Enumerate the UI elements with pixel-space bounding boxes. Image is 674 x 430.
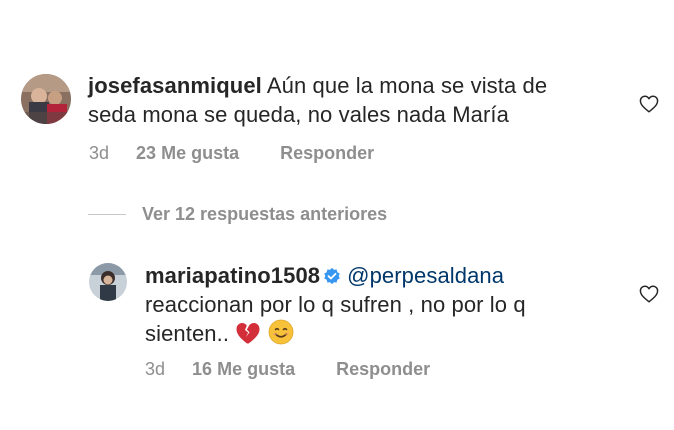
heart-outline-icon[interactable] [639, 285, 659, 303]
comment-likes[interactable]: 23 Me gusta [136, 143, 239, 164]
reply-username[interactable]: mariapatino1508 [145, 263, 320, 288]
reply-meta: 3d 16 Me gusta Responder [145, 359, 430, 380]
comment-reply-button[interactable]: Responder [280, 143, 374, 164]
comment-body: josefasanmiquel Aún que la mona se vista… [88, 71, 618, 129]
reply-time: 3d [145, 359, 166, 379]
reply-text-line2: sienten.. [145, 321, 230, 346]
comment-text: Aún que la mona se vista de [266, 73, 548, 98]
avatar-mariapatino1508[interactable] [89, 263, 127, 301]
comment-thread: josefasanmiquel Aún que la mona se vista… [0, 0, 674, 430]
reply-text-line1: reaccionan por lo q sufren , no por lo q [145, 292, 526, 317]
heart-outline-icon[interactable] [639, 95, 659, 113]
divider-line [88, 213, 126, 215]
comment-time: 3d [89, 143, 110, 163]
avatar-photo [21, 74, 71, 124]
avatar-photo [89, 263, 127, 301]
view-replies-label: Ver 12 respuestas anteriores [142, 203, 388, 224]
comment-username[interactable]: josefasanmiquel [88, 73, 262, 98]
reply-reply-button[interactable]: Responder [336, 359, 430, 380]
smiling-face-emoji [268, 319, 293, 345]
view-replies-button[interactable]: Ver 12 respuestas anteriores [88, 201, 387, 227]
comment-meta: 3d 23 Me gusta Responder [89, 143, 374, 164]
broken-heart-emoji [236, 323, 260, 344]
avatar-josefasanmiquel[interactable] [21, 74, 71, 124]
reply-likes[interactable]: 16 Me gusta [192, 359, 295, 380]
reply-body: mariapatino1508 @perpesaldana reaccionan… [145, 261, 635, 348]
reply-mention-link[interactable]: @perpesaldana [347, 263, 504, 288]
comment-text-line2: seda mona se queda, no vales nada María [88, 102, 509, 127]
verified-badge-icon [324, 267, 340, 285]
